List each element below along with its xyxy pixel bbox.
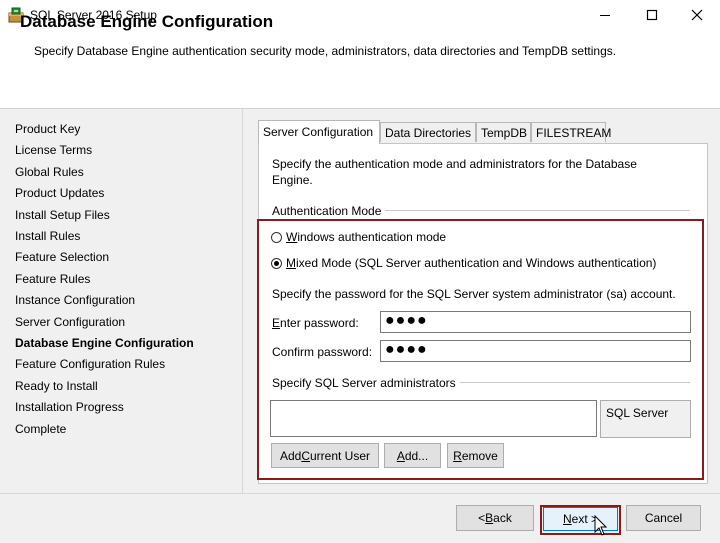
nav-item-server-configuration[interactable]: Server Configuration xyxy=(15,315,125,329)
cancel-button[interactable]: Cancel xyxy=(626,505,701,531)
radio-checked-icon xyxy=(271,257,282,269)
nav-item-global-rules[interactable]: Global Rules xyxy=(15,165,84,179)
minimize-icon xyxy=(600,15,610,16)
radio-unchecked-icon xyxy=(271,231,282,243)
setup-steps-nav: Product Key License Terms Global Rules Prod… xyxy=(0,112,242,492)
mixed-mode-label: Mixed Mode (SQL Server authentication an… xyxy=(286,256,657,270)
next-highlight xyxy=(540,505,621,535)
tab-server-configuration[interactable]: Server Configuration xyxy=(258,120,380,144)
minimize-button[interactable] xyxy=(582,0,628,30)
tab-tempdb[interactable]: TempDB xyxy=(476,122,531,142)
nav-item-install-setup-files[interactable]: Install Setup Files xyxy=(15,208,110,222)
page-description: Specify Database Engine authentication s… xyxy=(34,44,617,58)
nav-item-installation-progress[interactable]: Installation Progress xyxy=(15,400,124,414)
nav-item-license-terms[interactable]: License Terms xyxy=(15,143,92,157)
auth-mode-group-label: Authentication Mode xyxy=(272,204,386,218)
nav-item-database-engine-configuration[interactable]: Database Engine Configuration xyxy=(15,336,194,350)
back-button[interactable]: < Back xyxy=(456,505,534,531)
close-button[interactable] xyxy=(674,0,720,30)
nav-item-ready-to-install[interactable]: Ready to Install xyxy=(15,379,98,393)
enter-password-label: Enter password: xyxy=(272,316,359,330)
maximize-icon xyxy=(646,9,658,21)
mouse-cursor-icon xyxy=(594,514,608,540)
admins-label: Specify SQL Server administrators xyxy=(272,376,456,390)
nav-item-feature-configuration-rules[interactable]: Feature Configuration Rules xyxy=(15,357,165,371)
tab-filestream[interactable]: FILESTREAM xyxy=(531,122,611,142)
page-title: Database Engine Configuration xyxy=(20,12,274,31)
page-header xyxy=(0,30,720,109)
windows-auth-label: Windows authentication mode xyxy=(286,230,447,244)
nav-item-install-rules[interactable]: Install Rules xyxy=(15,229,80,243)
windows-auth-radio[interactable]: Windows authentication mode xyxy=(271,230,446,244)
footer-divider xyxy=(0,493,720,494)
remove-button[interactable]: Remove xyxy=(447,443,504,468)
panel-description: Specify the authentication mode and admi… xyxy=(272,157,637,187)
tab-data-directories[interactable]: Data Directories xyxy=(380,122,476,142)
nav-divider xyxy=(242,109,243,493)
enter-password-field[interactable]: ●●●● xyxy=(380,311,691,333)
nav-item-feature-rules[interactable]: Feature Rules xyxy=(15,272,90,286)
sa-password-prompt: Specify the password for the SQL Server … xyxy=(272,287,676,301)
mixed-mode-radio[interactable]: Mixed Mode (SQL Server authentication an… xyxy=(271,256,656,270)
add-current-user-button[interactable]: Add Current User xyxy=(271,443,379,468)
admins-divider xyxy=(460,382,690,383)
nav-item-complete[interactable]: Complete xyxy=(15,422,66,436)
nav-item-product-updates[interactable]: Product Updates xyxy=(15,186,104,200)
nav-item-product-key[interactable]: Product Key xyxy=(15,122,80,136)
administrators-info-box: SQL Server xyxy=(600,400,691,438)
maximize-button[interactable] xyxy=(629,0,675,30)
nav-item-instance-configuration[interactable]: Instance Configuration xyxy=(15,293,135,307)
confirm-password-field[interactable]: ●●●● xyxy=(380,340,691,362)
confirm-password-label: Confirm password: xyxy=(272,345,373,359)
close-icon xyxy=(691,9,703,21)
nav-item-feature-selection[interactable]: Feature Selection xyxy=(15,250,109,264)
administrators-list[interactable] xyxy=(270,400,597,437)
add-button[interactable]: Add... xyxy=(384,443,441,468)
